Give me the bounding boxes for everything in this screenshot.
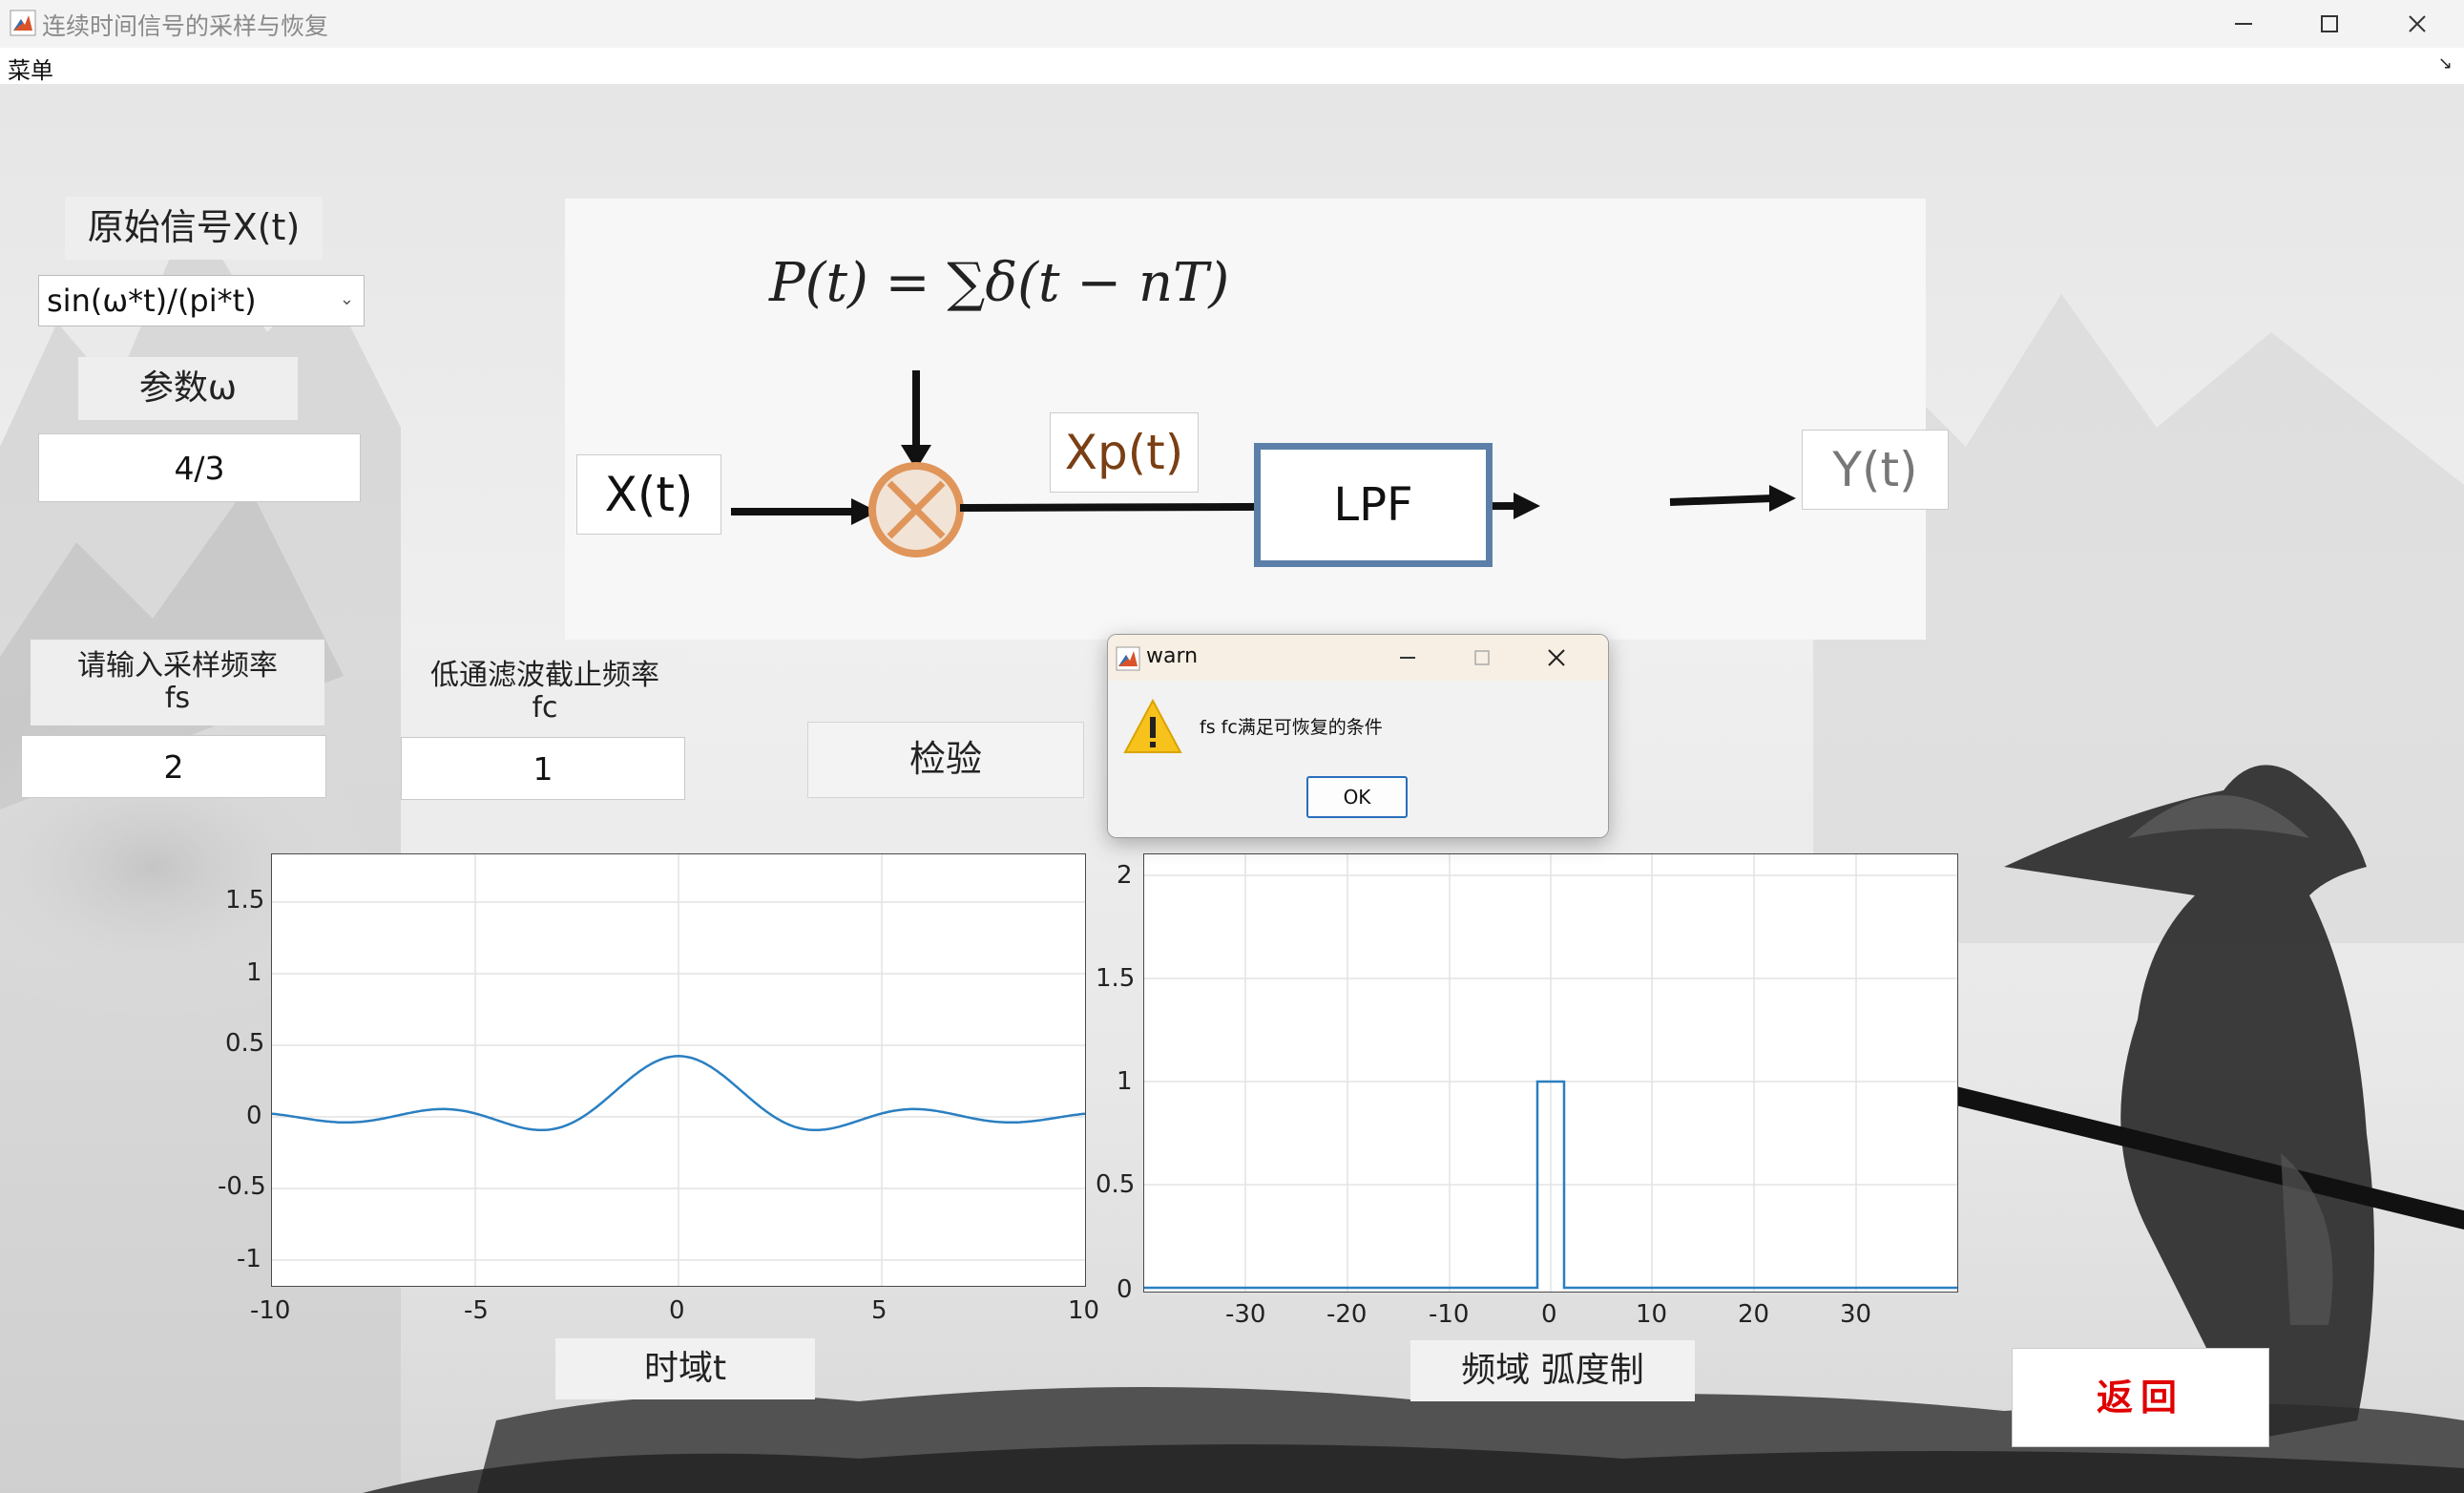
y-tick: 2 — [1117, 861, 1133, 890]
x-tick: -10 — [1429, 1300, 1470, 1329]
dialog-maximize-button[interactable] — [1453, 641, 1511, 675]
fc-label-line2: fc — [532, 691, 558, 725]
fc-label: 低通滤波截止频率 fc — [403, 649, 687, 735]
dialog-minimize-button[interactable] — [1379, 641, 1436, 675]
window-title: 连续时间信号的采样与恢复 — [42, 12, 329, 40]
x-tick: 0 — [669, 1296, 685, 1325]
frequency-domain-axes — [1143, 853, 1958, 1293]
x-tick: 0 — [1541, 1300, 1557, 1329]
input-signal-label: X(t) — [576, 454, 721, 535]
param-label: 参数ω — [78, 357, 298, 420]
signal-label: 原始信号X(t) — [65, 197, 323, 260]
check-button-label: 检验 — [908, 738, 982, 781]
param-label-text: 参数ω — [138, 368, 238, 409]
y-tick: 1.5 — [225, 886, 265, 915]
output-signal-label: Y(t) — [1802, 430, 1949, 510]
x-tick: -30 — [1225, 1300, 1266, 1329]
x-tick: 5 — [871, 1296, 887, 1325]
lpf-block: LPF — [1254, 443, 1493, 567]
fs-label-line1: 请输入采样频率 — [77, 648, 278, 683]
y-tick: 1 — [246, 958, 262, 987]
y-tick: 0 — [246, 1102, 262, 1130]
close-button[interactable] — [2374, 0, 2460, 48]
ok-button-label: OK — [1343, 786, 1371, 809]
matlab-icon — [10, 10, 36, 36]
y-tick: 0 — [1117, 1275, 1133, 1304]
menu-bar: 菜单 ↘ — [0, 48, 2464, 85]
matlab-icon — [1116, 646, 1140, 671]
fc-label-line1: 低通滤波截止频率 — [430, 658, 659, 692]
dialog-title-bar: warn — [1108, 635, 1608, 681]
chevron-down-icon: ⌄ — [339, 289, 354, 309]
fc-input[interactable]: 1 — [401, 737, 685, 800]
dialog-message: fs fc满足可恢复的条件 — [1200, 717, 1383, 738]
frequency-axis-label: 频域 弧度制 — [1410, 1340, 1695, 1401]
sampling-block-diagram: P(t) = ∑δ(t − nT) X(t) Xp(t) LPF Y(t) — [565, 199, 1949, 640]
y-tick: 1 — [1117, 1067, 1133, 1096]
x-tick: 20 — [1738, 1300, 1770, 1329]
sampled-signal-label: Xp(t) — [1050, 412, 1199, 493]
x-tick: 10 — [1636, 1300, 1668, 1329]
title-bar: 连续时间信号的采样与恢复 — [0, 0, 2464, 49]
warning-icon — [1123, 698, 1182, 755]
dialog-title: warn — [1146, 644, 1199, 668]
x-tick: -10 — [250, 1296, 291, 1325]
minimize-button[interactable] — [2201, 0, 2287, 48]
x-tick: 30 — [1840, 1300, 1872, 1329]
check-button[interactable]: 检验 — [807, 722, 1084, 798]
dialog-body: fs fc满足可恢复的条件 OK — [1108, 681, 1608, 837]
fs-label-line2: fs — [164, 682, 191, 715]
back-button[interactable]: 返回 — [2012, 1348, 2269, 1447]
maximize-button[interactable] — [2287, 0, 2372, 48]
time-domain-axes — [271, 853, 1086, 1287]
y-tick: 0.5 — [1096, 1170, 1136, 1199]
y-tick: 0.5 — [225, 1029, 265, 1058]
frequency-axis-label-text: 频域 弧度制 — [1461, 1351, 1644, 1391]
menu-expand-icon[interactable]: ↘ — [2438, 53, 2453, 74]
param-input[interactable]: 4/3 — [38, 433, 361, 502]
menu-item-main[interactable]: 菜单 — [8, 52, 53, 85]
time-axis-label-text: 时域t — [643, 1349, 727, 1389]
ok-button[interactable]: OK — [1306, 776, 1408, 818]
x-tick: 10 — [1068, 1296, 1100, 1325]
x-tick: -5 — [464, 1296, 489, 1325]
y-tick: -0.5 — [218, 1172, 266, 1201]
fs-input[interactable]: 2 — [21, 735, 326, 798]
x-tick: -20 — [1326, 1300, 1368, 1329]
signal-label-text: 原始信号X(t) — [87, 206, 301, 249]
dialog-close-button[interactable] — [1528, 641, 1585, 675]
back-button-label: 返回 — [2096, 1376, 2184, 1419]
signal-select-value: sin(ω*t)/(pi*t) — [47, 283, 257, 319]
warn-dialog: warn fs fc满足可恢复的条件 OK — [1107, 634, 1609, 838]
time-axis-label: 时域t — [555, 1338, 815, 1399]
fs-label: 请输入采样频率 fs — [31, 640, 324, 725]
y-tick: 1.5 — [1096, 964, 1136, 993]
signal-select[interactable]: sin(ω*t)/(pi*t) ⌄ — [38, 275, 365, 326]
y-tick: -1 — [237, 1245, 261, 1273]
